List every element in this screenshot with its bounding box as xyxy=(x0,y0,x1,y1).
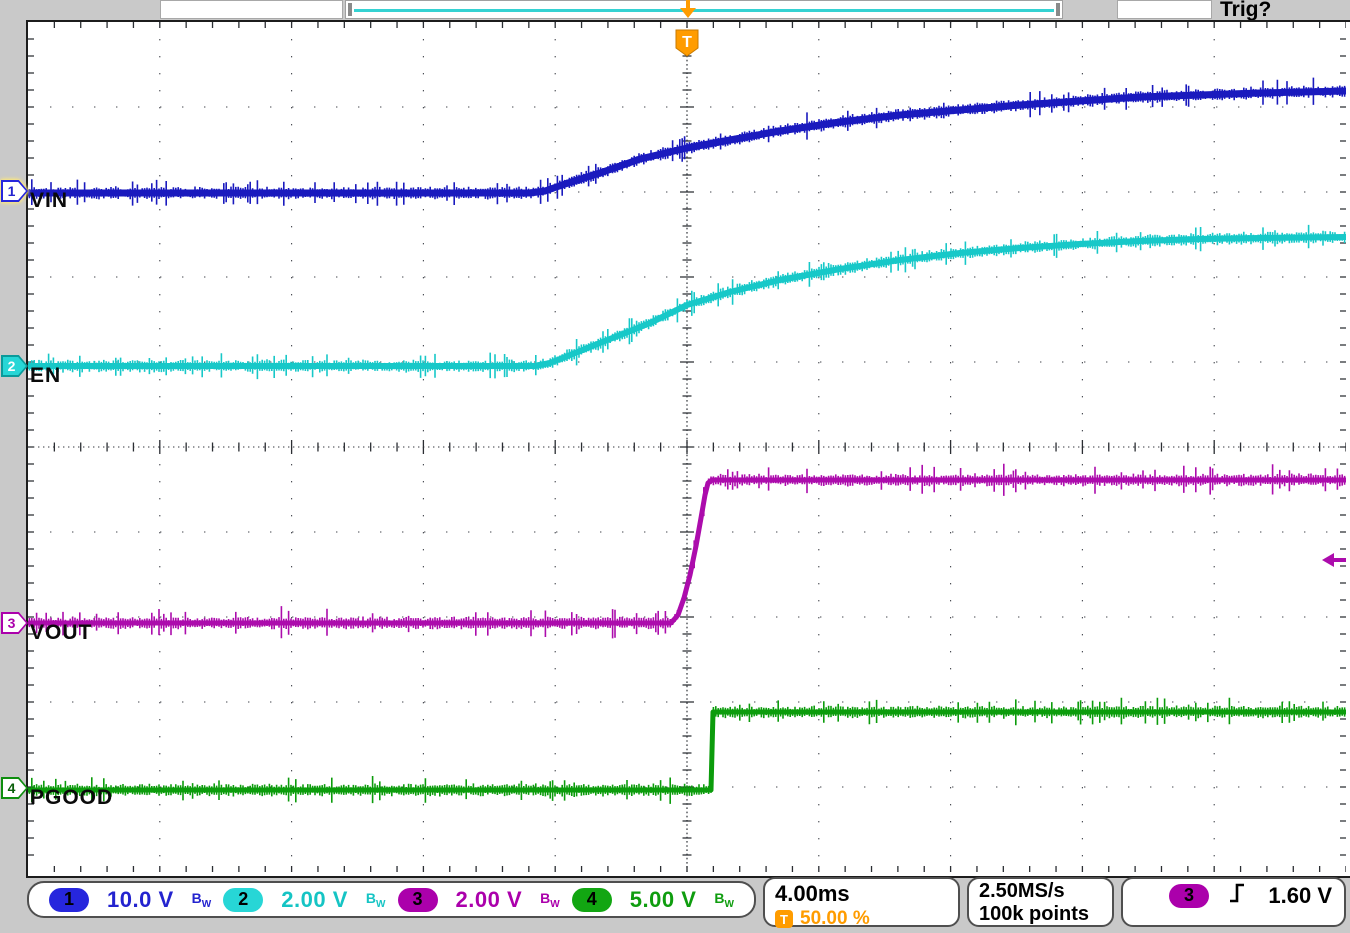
ch1-badge: 1 xyxy=(49,888,89,912)
top-menu-area-left xyxy=(160,0,343,19)
ch2-badge: 2 xyxy=(223,888,263,912)
svg-text:T: T xyxy=(682,34,692,51)
top-menu-area-right xyxy=(1117,0,1212,19)
ch3-badge: 3 xyxy=(398,888,438,912)
ch1-scale: 10.0 V xyxy=(107,887,174,913)
ch2-bandwidth-limit-indicator: BW xyxy=(366,890,386,910)
channel-scale-readouts: 1 10.0 V BW 2 2.00 V BW 3 2.00 V BW 4 5.… xyxy=(27,881,756,918)
timebase-readout: 4.00ms T 50.00 % xyxy=(763,877,960,927)
trace-label-en: EN xyxy=(30,364,61,388)
ch4-position-marker[interactable]: 4 xyxy=(1,777,28,799)
hpos-left-bracket-icon xyxy=(348,3,352,16)
ch1-position-marker[interactable]: 1 xyxy=(1,180,28,202)
ch2-position-marker[interactable]: 2 xyxy=(1,355,28,377)
trace-label-vin: VIN xyxy=(30,189,68,213)
trace-label-pgood: PGOOD xyxy=(30,786,113,810)
ch3-bandwidth-limit-indicator: BW xyxy=(540,890,560,910)
waveform-display: T xyxy=(26,20,1350,878)
horizontal-position-track xyxy=(354,9,1054,12)
top-status-strip: Trig? xyxy=(0,0,1350,20)
sample-rate-value: 2.50MS/s xyxy=(979,880,1102,903)
trigger-source-badge: 3 xyxy=(1169,884,1209,908)
rising-edge-icon xyxy=(1227,881,1247,910)
ch1-readout: 1 10.0 V BW xyxy=(43,887,217,913)
trigger-position-value: 50.00 % xyxy=(800,908,870,930)
oscilloscope-screen-capture: Trig? T 1 2 3 4 VIN EN VOUT PGOOD 1 10.0… xyxy=(0,0,1350,933)
ch3-position-marker[interactable]: 3 xyxy=(1,612,28,634)
horizontal-position-bar[interactable] xyxy=(345,0,1063,19)
hpos-right-bracket-icon xyxy=(1056,3,1060,16)
trigger-readout: 3 1.60 V xyxy=(1121,877,1346,927)
timebase-value: 4.00ms xyxy=(775,881,948,907)
ch4-badge: 4 xyxy=(572,888,612,912)
ch3-readout: 3 2.00 V BW xyxy=(392,887,566,913)
ch3-scale: 2.00 V xyxy=(456,887,523,913)
trigger-status-text: Trig? xyxy=(1220,0,1271,22)
ch1-bandwidth-limit-indicator: BW xyxy=(192,890,212,910)
ch4-readout: 4 5.00 V BW xyxy=(566,887,740,913)
trigger-icon: T xyxy=(775,910,793,928)
trace-label-vout: VOUT xyxy=(30,621,92,645)
ch2-scale: 2.00 V xyxy=(281,887,348,913)
ch4-bandwidth-limit-indicator: BW xyxy=(714,890,734,910)
trigger-level-value: 1.60 V xyxy=(1268,883,1332,909)
ch4-scale: 5.00 V xyxy=(630,887,697,913)
ch2-readout: 2 2.00 V BW xyxy=(217,887,391,913)
record-length-value: 100k points xyxy=(979,903,1102,926)
graticule-and-traces: T xyxy=(28,22,1346,872)
acquisition-readout: 2.50MS/s 100k points xyxy=(967,877,1114,927)
